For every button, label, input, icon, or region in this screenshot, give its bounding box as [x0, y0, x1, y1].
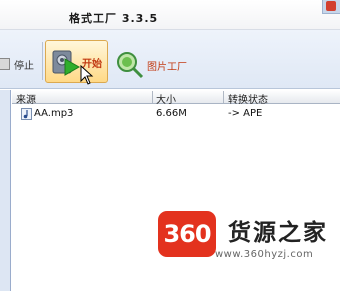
music-note-icon: [21, 108, 32, 120]
watermark: 360 货源之家 www.360hyzj.com: [154, 211, 340, 267]
watermark-name: 货源之家: [228, 220, 328, 246]
title-bar: 格式工厂 3.3.5: [0, 0, 340, 30]
left-pane: [0, 90, 11, 291]
cursor-icon: [80, 65, 94, 85]
watermark-url: www.360hyzj.com: [215, 249, 314, 260]
cell-status: -> APE: [228, 108, 263, 119]
picture-factory-button[interactable]: 图片工厂: [116, 51, 187, 79]
table-row[interactable]: AA.mp3 6.66M -> APE: [12, 106, 340, 122]
toolbar-separator: [42, 42, 43, 80]
stop-label: 停止: [14, 60, 34, 72]
magnifier-globe-icon: [117, 52, 144, 79]
cell-source: AA.mp3: [34, 108, 74, 119]
toolbar: 停止 开始 图片工厂: [0, 30, 340, 89]
table-header: 来源 大小 转换状态: [12, 90, 340, 106]
watermark-logo: 360: [158, 211, 216, 257]
play-convert-icon: [52, 50, 81, 76]
app-title: 格式工厂 3.3.5: [69, 12, 159, 25]
app-corner-icon: [326, 1, 336, 11]
picture-factory-label: 图片工厂: [147, 61, 187, 73]
column-header-size[interactable]: 大小: [156, 91, 176, 106]
start-button[interactable]: 开始: [45, 40, 108, 85]
column-header-source[interactable]: 来源: [16, 91, 36, 106]
column-header-status[interactable]: 转换状态: [228, 91, 268, 106]
stop-button[interactable]: 停止: [0, 54, 34, 74]
window-corner-button[interactable]: [322, 0, 340, 14]
cell-size: 6.66M: [156, 108, 187, 119]
column-divider[interactable]: [152, 91, 153, 103]
stop-icon: [0, 58, 10, 70]
column-divider[interactable]: [223, 91, 224, 103]
